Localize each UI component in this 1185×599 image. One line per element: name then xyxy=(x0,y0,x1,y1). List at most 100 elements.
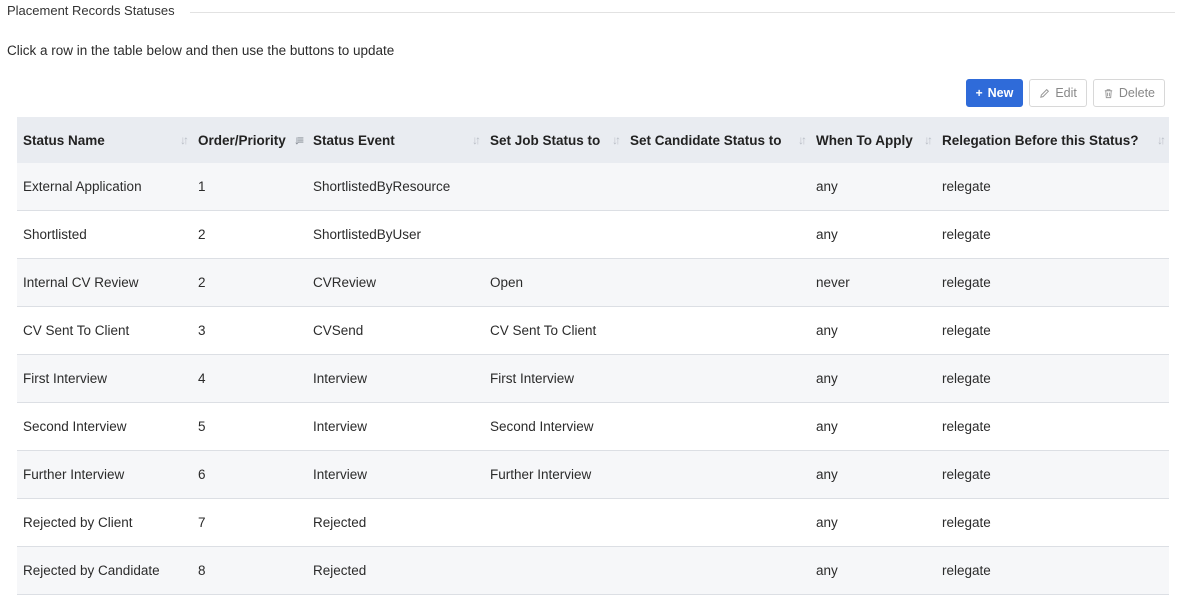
cell-order-priority: 5 xyxy=(192,402,307,451)
new-button-label: New xyxy=(987,86,1014,100)
cell-when-to-apply: any xyxy=(810,450,936,499)
column-header-set-job-status[interactable]: Set Job Status to ↓↑ xyxy=(484,117,624,163)
cell-status-name: Second Interview xyxy=(17,402,192,451)
cell-set-candidate-status xyxy=(624,450,810,499)
cell-status-event: CVReview xyxy=(307,258,484,307)
cell-when-to-apply: any xyxy=(810,402,936,451)
section-divider xyxy=(190,12,1175,13)
cell-set-job-status: Open xyxy=(484,258,624,307)
column-header-status-event[interactable]: Status Event ↓↑ xyxy=(307,117,484,163)
cell-status-event: Interview xyxy=(307,450,484,499)
sort-icon: ↓↑ xyxy=(472,133,481,147)
edit-button[interactable]: Edit xyxy=(1029,79,1087,107)
cell-order-priority: 4 xyxy=(192,354,307,403)
cell-order-priority: 1 xyxy=(192,163,307,211)
cell-order-priority: 2 xyxy=(192,210,307,259)
pencil-icon xyxy=(1039,88,1050,99)
cell-when-to-apply: any xyxy=(810,546,936,595)
edit-button-label: Edit xyxy=(1055,86,1077,100)
cell-status-event: Interview xyxy=(307,354,484,403)
cell-status-event: ShortlistedByUser xyxy=(307,210,484,259)
cell-order-priority: 6 xyxy=(192,450,307,499)
column-header-order-priority[interactable]: Order/Priority ↓≡ xyxy=(192,117,307,163)
column-header-status-name[interactable]: Status Name ↓↑ xyxy=(17,117,192,163)
cell-when-to-apply: any xyxy=(810,306,936,355)
cell-order-priority: 7 xyxy=(192,498,307,547)
table-row[interactable]: Second Interview 5 Interview Second Inte… xyxy=(17,402,1169,451)
cell-relegation: relegate xyxy=(936,306,1169,355)
cell-when-to-apply: any xyxy=(810,498,936,547)
cell-set-job-status: Further Interview xyxy=(484,450,624,499)
cell-relegation: relegate xyxy=(936,402,1169,451)
cell-relegation: relegate xyxy=(936,546,1169,595)
cell-set-candidate-status xyxy=(624,306,810,355)
statuses-table: Status Name ↓↑ Order/Priority ↓≡ Status Ev… xyxy=(17,117,1169,595)
cell-relegation: relegate xyxy=(936,210,1169,259)
cell-order-priority: 8 xyxy=(192,546,307,595)
table-row[interactable]: Rejected by Client 7 Rejected any relega… xyxy=(17,498,1169,547)
column-header-set-candidate-status[interactable]: Set Candidate Status to ↓↑ xyxy=(624,117,810,163)
table-row[interactable]: First Interview 4 Interview First Interv… xyxy=(17,354,1169,403)
sort-icon: ↓↑ xyxy=(1157,133,1166,147)
trash-icon xyxy=(1103,88,1114,99)
delete-button[interactable]: Delete xyxy=(1092,79,1165,107)
cell-set-candidate-status xyxy=(624,258,810,307)
column-header-when-to-apply[interactable]: When To Apply ↓↑ xyxy=(810,117,936,163)
cell-set-job-status: Second Interview xyxy=(484,402,624,451)
plus-icon: + xyxy=(975,86,983,100)
cell-status-event: Rejected xyxy=(307,546,484,595)
sort-icon: ↓↑ xyxy=(924,133,933,147)
cell-status-name: First Interview xyxy=(17,354,192,403)
cell-when-to-apply: any xyxy=(810,354,936,403)
cell-set-candidate-status xyxy=(624,163,810,211)
cell-set-candidate-status xyxy=(624,402,810,451)
cell-set-job-status xyxy=(484,210,624,259)
toolbar: + New Edit Delete xyxy=(965,79,1165,107)
cell-order-priority: 2 xyxy=(192,258,307,307)
table-row[interactable]: CV Sent To Client 3 CVSend CV Sent To Cl… xyxy=(17,306,1169,355)
cell-set-candidate-status xyxy=(624,210,810,259)
sort-icon: ↓↑ xyxy=(798,133,807,147)
cell-set-candidate-status xyxy=(624,498,810,547)
cell-set-job-status xyxy=(484,546,624,595)
cell-status-name: Further Interview xyxy=(17,450,192,499)
sort-ascending-icon: ↓≡ xyxy=(293,133,304,147)
cell-set-candidate-status xyxy=(624,546,810,595)
cell-when-to-apply: never xyxy=(810,258,936,307)
cell-status-name: Internal CV Review xyxy=(17,258,192,307)
table-row[interactable]: Internal CV Review 2 CVReview Open never… xyxy=(17,258,1169,307)
cell-status-name: Rejected by Candidate xyxy=(17,546,192,595)
table-row[interactable]: External Application 1 ShortlistedByReso… xyxy=(17,163,1169,211)
sort-icon: ↓↑ xyxy=(612,133,621,147)
cell-set-job-status: First Interview xyxy=(484,354,624,403)
cell-when-to-apply: any xyxy=(810,210,936,259)
cell-status-event: Interview xyxy=(307,402,484,451)
cell-relegation: relegate xyxy=(936,450,1169,499)
cell-relegation: relegate xyxy=(936,258,1169,307)
new-button[interactable]: + New xyxy=(965,79,1024,107)
cell-when-to-apply: any xyxy=(810,163,936,211)
table-row[interactable]: Shortlisted 2 ShortlistedByUser any rele… xyxy=(17,210,1169,259)
sort-icon: ↓↑ xyxy=(180,133,189,147)
cell-status-name: External Application xyxy=(17,163,192,211)
table-header-row: Status Name ↓↑ Order/Priority ↓≡ Status Ev… xyxy=(17,117,1169,163)
cell-set-job-status xyxy=(484,498,624,547)
cell-relegation: relegate xyxy=(936,354,1169,403)
cell-set-job-status xyxy=(484,163,624,211)
table-row[interactable]: Rejected by Candidate 8 Rejected any rel… xyxy=(17,546,1169,595)
cell-status-event: CVSend xyxy=(307,306,484,355)
cell-relegation: relegate xyxy=(936,498,1169,547)
column-header-relegation[interactable]: Relegation Before this Status? ↓↑ xyxy=(936,117,1169,163)
cell-status-name: CV Sent To Client xyxy=(17,306,192,355)
cell-set-candidate-status xyxy=(624,354,810,403)
cell-status-event: ShortlistedByResource xyxy=(307,163,484,211)
cell-set-job-status: CV Sent To Client xyxy=(484,306,624,355)
delete-button-label: Delete xyxy=(1118,86,1155,100)
section-legend: Placement Records Statuses xyxy=(7,3,191,18)
instructions-text: Click a row in the table below and then … xyxy=(7,43,395,58)
cell-status-event: Rejected xyxy=(307,498,484,547)
cell-order-priority: 3 xyxy=(192,306,307,355)
cell-status-name: Shortlisted xyxy=(17,210,192,259)
cell-relegation: relegate xyxy=(936,163,1169,211)
table-row[interactable]: Further Interview 6 Interview Further In… xyxy=(17,450,1169,499)
